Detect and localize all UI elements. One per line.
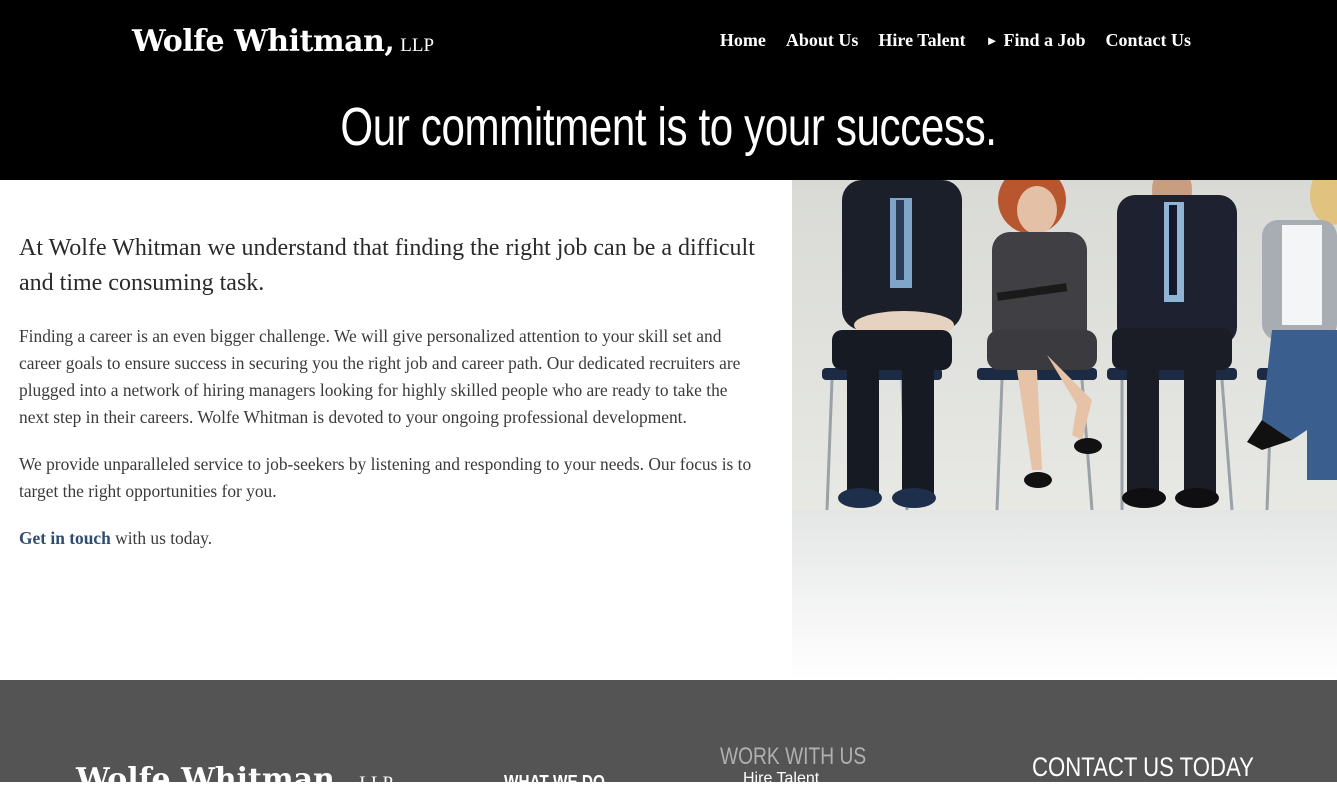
intro-section: At Wolfe Whitman we understand that find… [19, 231, 759, 572]
page-tagline: Our commitment is to your success. [340, 97, 997, 157]
footer-brand[interactable]: Wolfe Whitman, LLP [76, 762, 393, 797]
get-in-touch-link[interactable]: Get in touch [19, 528, 111, 548]
footer-what-we-do-heading: WHAT WE DO [504, 772, 605, 792]
footer-brand-name: Wolfe Whitman, [76, 762, 346, 797]
nav-hire-talent[interactable]: Hire Talent [878, 30, 965, 51]
nav-find-a-job-label: Find a Job [1003, 30, 1086, 50]
active-arrow-icon: ► [985, 32, 999, 48]
nav-contact-us[interactable]: Contact Us [1106, 30, 1192, 51]
footer-contact-heading: CONTACT US TODAY [1032, 752, 1254, 782]
body-paragraph-1: Finding a career is an even bigger chall… [19, 326, 741, 427]
footer-brand-suffix: LLP [359, 773, 394, 794]
nav-about-us[interactable]: About Us [786, 30, 859, 51]
hero-photo [792, 180, 1337, 680]
main-nav: Home About Us Hire Talent ► Find a Job C… [720, 30, 1191, 51]
lead-text: At Wolfe Whitman we understand that find… [19, 235, 755, 296]
footer-hire-talent-link[interactable]: Hire Talent [743, 770, 819, 788]
footer-work-with-us-heading: WORK WITH US [720, 743, 867, 770]
nav-find-a-job[interactable]: ► Find a Job [986, 30, 1086, 51]
cta-rest-text: with us today. [110, 528, 213, 548]
site-footer: Wolfe Whitman, LLP WHAT WE DO WORK WITH U… [0, 680, 1337, 797]
brand-logo[interactable]: Wolfe Whitman, LLP [132, 24, 434, 59]
job-seekers-illustration [792, 180, 1337, 680]
brand-suffix: LLP [400, 35, 435, 56]
cta-paragraph: Get in touch with us today. [19, 525, 759, 552]
site-header: Wolfe Whitman, LLP Home About Us Hire Tal… [0, 0, 1337, 180]
brand-name: Wolfe Whitman, [132, 24, 395, 59]
body-paragraph-2: We provide unparalleled service to job-s… [19, 454, 752, 501]
nav-home[interactable]: Home [720, 30, 766, 51]
